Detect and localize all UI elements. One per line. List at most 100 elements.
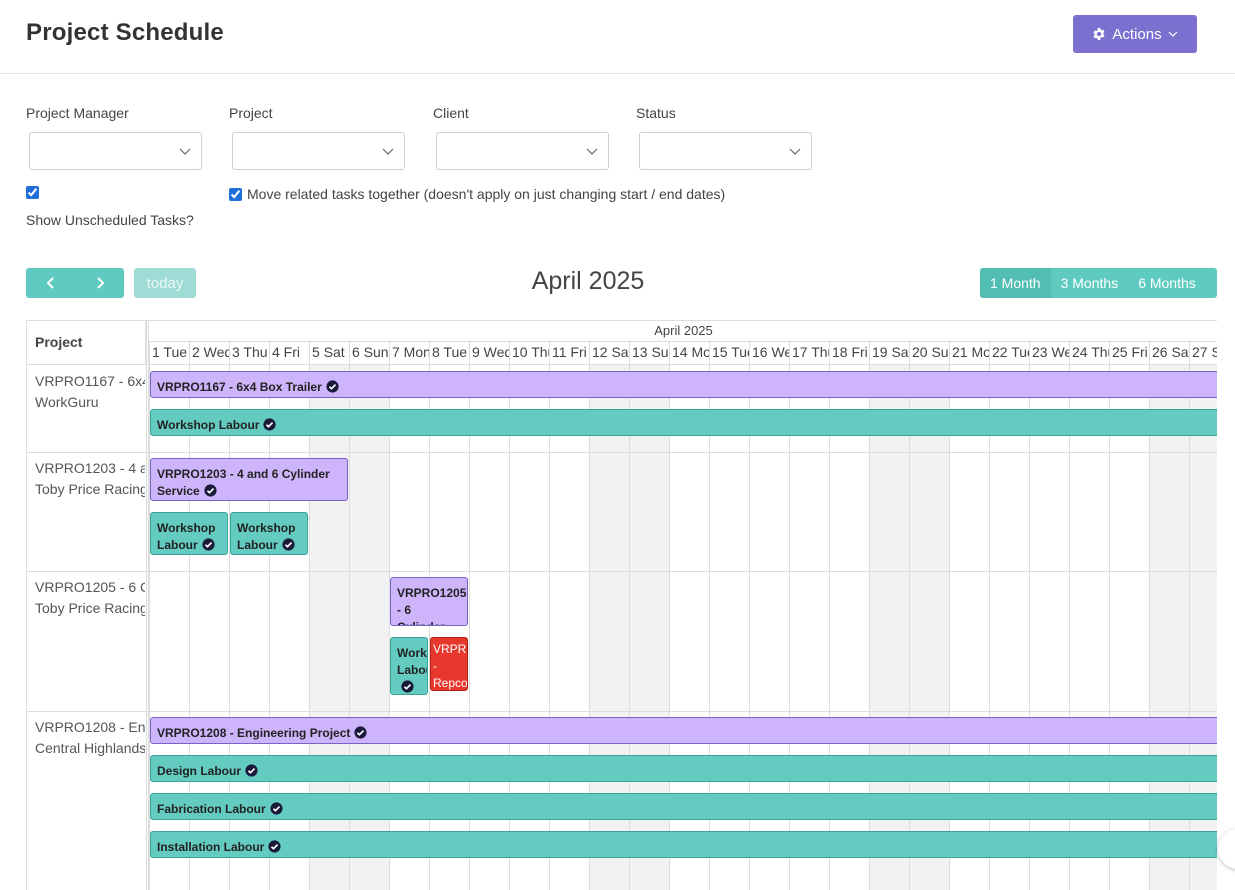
event-bar[interactable]: Design Labour — [150, 755, 1217, 782]
event-bar[interactable]: VRPRO1205 - Repco — [430, 637, 468, 691]
day-header: 2 Wed — [189, 342, 229, 365]
chevron-down-icon — [586, 148, 598, 155]
day-header: 17 Thu — [789, 342, 829, 365]
filter-status: Status — [636, 105, 812, 170]
resource-cell: VRPRO1208 - Engineering Project Central H… — [35, 717, 145, 759]
resource-project: VRPRO1208 - Engineering Project — [35, 719, 145, 735]
resource-header: Project — [27, 321, 146, 365]
view-switcher: 1 Month 3 Months 6 Months — [980, 268, 1217, 298]
day-header: 19 Sat — [869, 342, 909, 365]
event-title: VRPRO1167 - 6x4 Box Trailer — [157, 380, 322, 394]
day-header: 4 Fri — [269, 342, 309, 365]
status-select[interactable] — [639, 132, 812, 170]
day-header: 9 Wed — [469, 342, 509, 365]
resource-project: VRPRO1167 - 6x4 Box Trailer — [35, 373, 145, 389]
day-header: 15 Tue — [709, 342, 749, 365]
event-bar[interactable]: VRPRO1205 - 6 Cylinder Logbook — [390, 577, 468, 626]
day-header: 11 Fri — [549, 342, 589, 365]
check-circle-icon — [263, 418, 277, 431]
resource-cell: VRPRO1167 - 6x4 Box Trailer WorkGuru — [35, 371, 145, 413]
event-bar[interactable]: Workshop Labour — [150, 512, 228, 555]
day-header: 6 Sun — [349, 342, 389, 365]
chevron-down-icon — [382, 148, 394, 155]
chevron-left-icon — [46, 277, 54, 289]
check-circle-icon — [270, 802, 283, 819]
event-title: VRPRO1205 - 6 Cylinder Logbook — [397, 586, 467, 625]
check-circle-icon — [245, 764, 258, 781]
event-bar[interactable]: VRPRO1167 - 6x4 Box Trailer — [150, 371, 1217, 398]
filter-client: Client — [433, 105, 609, 170]
client-select[interactable] — [436, 132, 609, 170]
resource-cell: VRPRO1203 - 4 and 6 Cylinder Service Toby… — [35, 458, 145, 500]
day-header: 14 Mon — [669, 342, 709, 365]
timeline-header: April 2025 1 Tue 2 Wed 3 Thu 4 Fri 5 Sat 6 Su… — [149, 321, 1217, 365]
prev-next-group — [26, 268, 124, 298]
day-header: 25 Fri — [1109, 342, 1149, 365]
check-circle-icon — [268, 840, 281, 857]
event-bar[interactable]: Installation Labour — [150, 831, 1217, 858]
check-circle-icon — [282, 538, 295, 551]
view-6-months-button[interactable]: 6 Months — [1128, 268, 1206, 298]
day-header: 23 Wed — [1029, 342, 1069, 365]
resource-cell: VRPRO1205 - 6 Cylinder Logbook Toby Price… — [35, 577, 145, 619]
resource-client: Central Highlands — [35, 740, 145, 756]
day-header: 7 Mon — [389, 342, 429, 365]
show-unscheduled-checkbox[interactable] — [26, 186, 39, 199]
check-circle-icon — [326, 380, 339, 393]
event-bar[interactable]: Fabrication Labour — [150, 793, 1217, 820]
move-related-checkbox[interactable] — [229, 187, 242, 201]
resource-project: VRPRO1205 - 6 Cylinder Logbook — [35, 579, 145, 595]
project-select[interactable] — [232, 132, 405, 170]
event-bar[interactable]: VRPRO1208 - Engineering Project — [150, 717, 1217, 744]
day-header: 16 Wed — [749, 342, 789, 365]
day-header: 12 Sat — [589, 342, 629, 365]
view-1-month-button[interactable]: 1 Month — [980, 268, 1051, 298]
check-circle-icon — [202, 538, 215, 554]
check-circle-icon — [326, 380, 339, 397]
actions-button[interactable]: Actions — [1073, 15, 1197, 53]
move-related-label: Move related tasks together (doesn't app… — [247, 186, 726, 202]
move-related-option: Move related tasks together (doesn't app… — [229, 186, 725, 202]
resource-project: VRPRO1203 - 4 and 6 Cylinder Service — [35, 460, 145, 476]
row-divider — [27, 571, 1217, 572]
actions-label: Actions — [1112, 25, 1162, 43]
chevron-down-icon — [179, 148, 191, 155]
day-header: 20 Sun — [909, 342, 949, 365]
prev-button[interactable] — [26, 268, 75, 298]
check-circle-icon — [204, 484, 217, 497]
event-bar[interactable]: VRPRO1203 - 4 and 6 Cylinder Service — [150, 458, 348, 501]
view-3-months-button[interactable]: 3 Months — [1051, 268, 1129, 298]
gear-icon — [1093, 27, 1105, 41]
event-bar[interactable]: Workshop Labour — [230, 512, 308, 555]
show-unscheduled-label: Show Unscheduled Tasks? — [26, 212, 194, 228]
filter-label: Project — [229, 105, 273, 121]
page-header: Project Schedule Actions — [0, 0, 1235, 74]
row-divider — [27, 711, 1217, 712]
event-bar[interactable]: Workshop Labour — [390, 637, 428, 695]
chevron-down-icon — [1168, 31, 1178, 37]
resource-client: WorkGuru — [35, 394, 99, 410]
day-header: 26 Sat — [1149, 342, 1189, 365]
today-button[interactable]: today — [134, 268, 196, 298]
event-bar[interactable]: Workshop Labour — [150, 409, 1217, 436]
resource-client: Toby Price Racing — [35, 600, 145, 616]
check-circle-icon — [263, 418, 277, 435]
check-circle-icon — [354, 726, 367, 743]
day-header: 27 Sun — [1189, 342, 1217, 365]
event-title: Workshop Labour — [157, 418, 260, 432]
day-header: 22 Tue — [989, 342, 1029, 365]
scroll-button[interactable] — [1218, 829, 1235, 869]
filter-label: Client — [433, 105, 469, 121]
check-circle-icon — [270, 802, 283, 815]
day-header: 13 Sun — [629, 342, 669, 365]
event-title: VRPRO1203 - 4 and 6 Cylinder Service — [157, 467, 330, 498]
event-title: Workshop Labour — [397, 646, 427, 677]
check-circle-icon — [282, 538, 295, 554]
row-divider — [27, 452, 1217, 453]
event-title: Installation Labour — [157, 840, 265, 854]
project-manager-select[interactable] — [29, 132, 202, 170]
next-button[interactable] — [75, 268, 124, 298]
schedule-grid: Project April 2025 1 Tue 2 Wed 3 Thu 4 Fri 5… — [26, 320, 1217, 890]
show-unscheduled-option: Show Unscheduled Tasks? — [26, 186, 196, 231]
filter-project: Project — [229, 105, 405, 170]
